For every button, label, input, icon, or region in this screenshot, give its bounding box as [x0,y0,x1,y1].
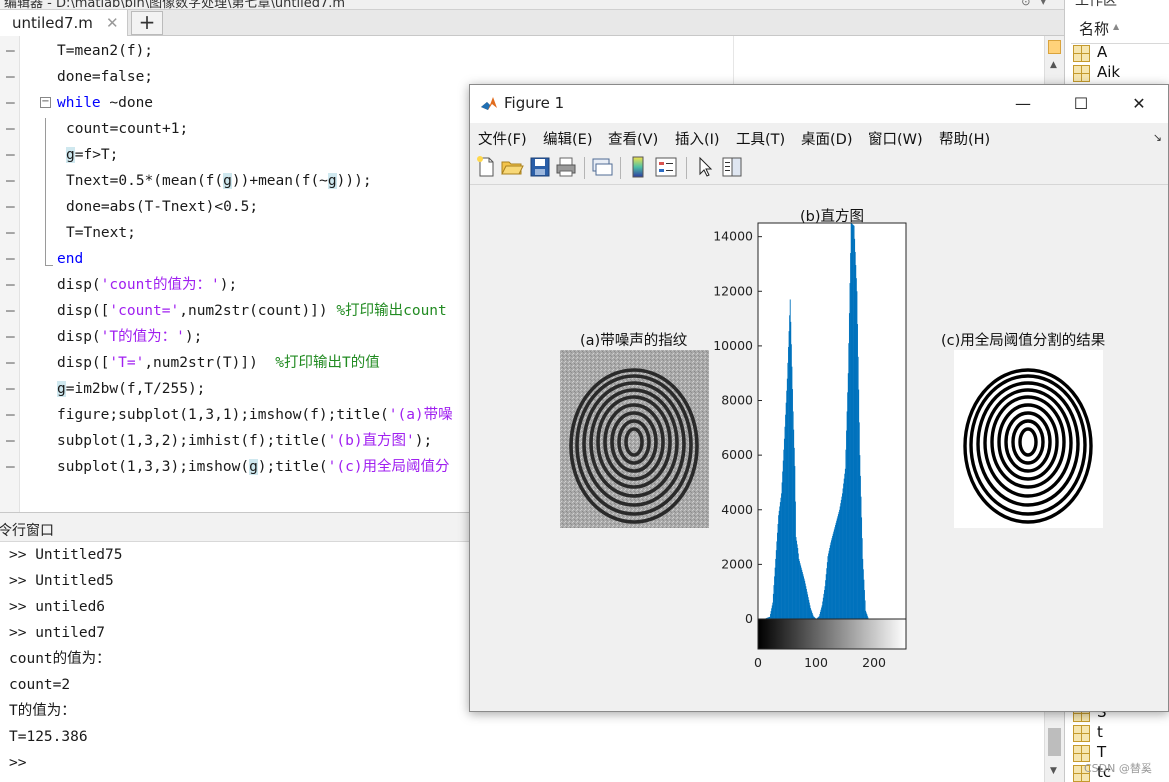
tab-close-icon[interactable]: ✕ [106,14,119,32]
close-button[interactable]: ✕ [1116,89,1162,119]
breakpoint-dash: — [6,329,15,345]
noisy-fingerprint-image [560,350,709,528]
command-window-title: 令行窗口 [0,523,54,539]
toolbar-separator [686,157,687,179]
warning-indicator-icon[interactable] [1048,40,1061,54]
figure-toolbar [470,151,1168,185]
console-line: count=2 [9,677,71,693]
breakpoint-dash: — [6,381,15,397]
y-tick-label: 10000 [713,338,753,353]
scroll-up-icon[interactable]: ▲ [1050,60,1057,70]
figure-title: Figure 1 [504,94,565,112]
new-tab-button[interactable]: + [131,11,163,35]
open-file-icon[interactable] [500,155,524,179]
print-icon[interactable] [554,155,578,179]
y-tick-label: 2000 [721,556,753,571]
legend-icon[interactable] [654,155,678,179]
matrix-icon [1073,725,1090,742]
matrix-icon [1073,65,1090,82]
menu-help[interactable]: 帮助(H) [939,128,990,149]
x-tick-label: 200 [862,655,886,670]
figure-canvas[interactable]: (a)带噪声的指纹 (b)直方图 0 2000 4000 6000 8000 1… [470,185,1168,711]
maximize-button[interactable]: ☐ [1058,89,1104,119]
histogram-chart: 0 2000 4000 6000 8000 10000 12000 14000 0 100 200 [713,222,907,670]
menu-edit[interactable]: 编辑(E) [543,128,592,149]
y-tick-label: 0 [745,611,753,626]
y-tick-label: 14000 [713,229,753,244]
menu-view[interactable]: 查看(V) [608,128,658,149]
breakpoint-dash: — [6,147,15,163]
menu-desktop[interactable]: 桌面(D) [801,128,852,149]
y-tick-label: 4000 [721,502,753,517]
breakpoint-dash: — [6,459,15,475]
matlab-logo-icon [481,97,497,110]
fold-toggle-icon[interactable]: − [40,97,51,108]
breakpoint-dash: — [6,277,15,293]
x-tick-label: 100 [804,655,828,670]
menu-insert[interactable]: 插入(I) [675,128,720,149]
breakpoint-dash: — [6,121,15,137]
console-line: count的值为： [9,651,111,667]
subplot-a-title: (a)带噪声的指纹 [580,333,688,349]
colorbar-icon[interactable] [626,155,650,179]
breakpoint-dash: — [6,303,15,319]
scroll-down-icon[interactable]: ▼ [1050,766,1057,776]
x-tick-label: 0 [754,655,762,670]
console-line: >> Untitled75 [9,547,123,563]
toolbar-separator [620,157,621,179]
breakpoint-dash: — [6,407,15,423]
y-tick-label: 6000 [721,447,753,462]
column-header-label: 名称 [1079,20,1110,38]
tab-untiled7[interactable]: untiled7.m ✕ [0,10,128,36]
editor-tab-bar: untiled7.m ✕ + [0,10,1064,36]
console-line: T=125.386 [9,729,88,745]
matrix-icon [1073,45,1090,62]
edit-plot-cursor-icon[interactable] [692,155,716,179]
breakpoint-dash: — [6,433,15,449]
new-figure-icon[interactable] [474,155,498,179]
breakpoint-dash: — [6,95,15,111]
console-line: >> untiled7 [9,625,106,641]
scrollbar-thumb[interactable] [1048,728,1061,756]
console-line: >> untiled6 [9,599,106,615]
workspace-title: 工作区 [1075,0,1117,9]
menu-overflow-icon[interactable]: ↘ [1153,131,1162,144]
grey-level-colorbar [757,618,907,650]
editor-window-controls[interactable]: ⊙▾ [1021,0,1056,8]
breakpoint-dash: — [6,43,15,59]
y-tick-label: 8000 [721,393,753,408]
breakpoint-dash: — [6,199,15,215]
csdn-watermark-logo: CSDN @替奚 [1084,762,1152,775]
console-line: >> Untitled5 [9,573,114,589]
tab-label: untiled7.m [12,14,93,32]
figure-titlebar[interactable]: Figure 1 — ☐ ✕ [470,85,1168,123]
menu-file[interactable]: 文件(F) [478,128,527,149]
figure-menubar: 文件(F) 编辑(E) 查看(V) 插入(I) 工具(T) 桌面(D) 窗口(W… [470,123,1168,151]
command-prompt[interactable]: >> [9,750,26,776]
property-inspector-icon[interactable] [720,155,744,179]
breakpoint-dash: — [6,69,15,85]
figure-window[interactable]: Figure 1 — ☐ ✕ 文件(F) 编辑(E) 查看(V) 插入(I) 工… [469,84,1169,712]
menu-window[interactable]: 窗口(W) [868,128,923,149]
sort-ascending-icon: ▲ [1113,22,1120,31]
y-tick-label: 12000 [713,283,753,298]
menu-tools[interactable]: 工具(T) [736,128,785,149]
workspace-name-column-header[interactable]: 名称 ▲ [1071,10,1169,44]
minimize-button[interactable]: — [1000,89,1046,119]
binary-fingerprint-image [954,350,1103,528]
matlab-desktop: 编辑器 - D:\matlab\bin\图像数字处理\第七章\untiled7.… [0,0,1169,782]
code-line[interactable]: — T=mean2(f); [0,38,1040,64]
console-line: T的值为： [9,703,76,719]
editor-title-strip: 编辑器 - D:\matlab\bin\图像数字处理\第七章\untiled7.… [0,0,1064,11]
link-plot-icon[interactable] [590,155,614,179]
toolbar-separator [584,157,585,179]
save-icon[interactable] [528,155,552,179]
breakpoint-dash: — [6,173,15,189]
subplot-c-title: (c)用全局阈值分割的结果 [941,333,1106,349]
breakpoint-dash: — [6,355,15,371]
breakpoint-dash: — [6,225,15,241]
breakpoint-dash: — [6,251,15,267]
